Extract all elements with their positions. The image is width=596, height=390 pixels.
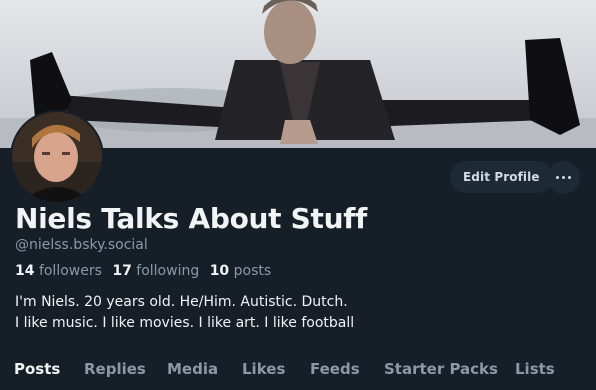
more-options-button[interactable] (547, 161, 580, 194)
profile-bio: I'm Niels. 20 years old. He/Him. Autisti… (15, 292, 354, 334)
posts-stat: 10 posts (210, 263, 271, 279)
profile-tabs: Posts Replies Media Likes Feeds Starter … (0, 356, 596, 390)
followers-link[interactable]: 14 followers (15, 263, 102, 279)
following-count: 17 (112, 263, 132, 279)
tab-lists[interactable]: Lists (515, 360, 555, 378)
tab-replies[interactable]: Replies (84, 360, 146, 378)
profile-avatar[interactable] (10, 110, 104, 204)
tab-media[interactable]: Media (167, 360, 218, 378)
tab-feeds[interactable]: Feeds (310, 360, 360, 378)
profile-stats: 14 followers 17 following 10 posts (15, 263, 271, 279)
avatar-image (12, 112, 102, 202)
following-label: following (136, 263, 200, 279)
followers-label: followers (38, 263, 102, 279)
followers-count: 14 (15, 263, 35, 279)
edit-profile-button[interactable]: Edit Profile (450, 161, 553, 193)
profile-handle: @nielss.bsky.social (15, 237, 148, 253)
bio-line: I like music. I like movies. I like art.… (15, 315, 355, 331)
tab-starter-packs[interactable]: Starter Packs (384, 360, 498, 378)
tab-posts[interactable]: Posts (14, 360, 60, 378)
ellipsis-icon (555, 176, 573, 179)
bio-line: I'm Niels. 20 years old. He/Him. Autisti… (15, 294, 348, 310)
posts-label: posts (233, 263, 272, 279)
posts-count: 10 (209, 263, 230, 279)
display-name: Niels Talks About Stuff (15, 202, 368, 235)
tab-likes[interactable]: Likes (242, 360, 285, 378)
following-link[interactable]: 17 following (112, 263, 199, 279)
